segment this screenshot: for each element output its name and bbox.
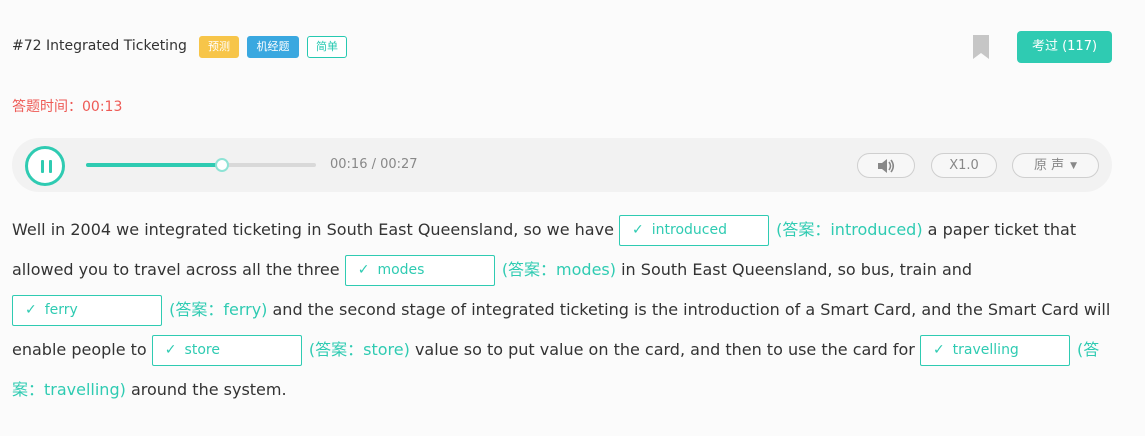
blank-value: ferry	[44, 302, 78, 318]
voice-label: 原 声	[1033, 158, 1065, 173]
voice-select[interactable]: 原 声 ▼	[1012, 153, 1099, 178]
progress-handle[interactable]	[214, 158, 229, 172]
transcript-text: around the system.	[130, 380, 287, 399]
transcript: Well in 2004 we integrated ticketing in …	[12, 210, 1112, 410]
check-icon: ✓	[25, 302, 37, 318]
answer-blank-5[interactable]: ✓ travelling	[919, 335, 1070, 366]
chevron-down-icon: ▼	[1070, 161, 1078, 171]
bookmark-icon[interactable]	[972, 34, 990, 60]
transcript-text: in South East Queensland, so bus, train …	[621, 260, 973, 279]
question-title: #72 Integrated Ticketing	[12, 38, 187, 54]
answer-timer: 答题时间：00:13	[12, 96, 122, 116]
transcript-text: Well in 2004 we integrated ticketing in …	[12, 220, 614, 239]
pause-icon-bar	[49, 160, 52, 173]
time-readout: 00:16 / 00:27	[330, 157, 418, 172]
page: #72 Integrated Ticketing 预测 机经题 简单 考过 (1…	[0, 0, 1145, 436]
timer-value: 00:13	[82, 99, 123, 115]
tested-count-button[interactable]: 考过 (117)	[1017, 31, 1112, 63]
progress-fill	[86, 163, 222, 167]
check-icon: ✓	[164, 342, 177, 358]
volume-icon	[878, 159, 895, 173]
speed-button[interactable]: X1.0	[931, 153, 997, 178]
pause-button[interactable]	[25, 146, 65, 186]
blank-value: introduced	[651, 222, 727, 238]
blank-value: store	[184, 342, 220, 358]
audio-player: 00:16 / 00:27 X1.0 原 声 ▼	[12, 138, 1112, 192]
correct-answer: (答案：store)	[308, 340, 410, 359]
answer-blank-3[interactable]: ✓ ferry	[12, 295, 162, 326]
tag-machine-question: 机经题	[247, 36, 299, 58]
check-icon: ✓	[932, 342, 945, 358]
answer-blank-1[interactable]: ✓ introduced	[619, 215, 770, 246]
blank-value: modes	[377, 262, 425, 278]
answer-blank-4[interactable]: ✓ store	[151, 335, 302, 366]
timer-label: 答题时间：	[12, 99, 82, 115]
transcript-text: value so to put value on the card, and t…	[414, 340, 915, 359]
check-icon: ✓	[632, 222, 644, 238]
tag-predict: 预测	[199, 36, 239, 58]
pause-icon	[41, 160, 44, 173]
check-icon: ✓	[357, 262, 370, 278]
correct-answer: (答案：modes)	[501, 260, 617, 279]
answer-blank-2[interactable]: ✓ modes	[344, 255, 495, 286]
correct-answer: (答案：ferry)	[169, 300, 268, 319]
blank-value: travelling	[952, 342, 1019, 358]
volume-button[interactable]	[857, 153, 915, 178]
tag-difficulty: 简单	[307, 36, 347, 58]
progress-track[interactable]	[86, 158, 316, 172]
correct-answer: (答案：introduced)	[776, 220, 923, 239]
